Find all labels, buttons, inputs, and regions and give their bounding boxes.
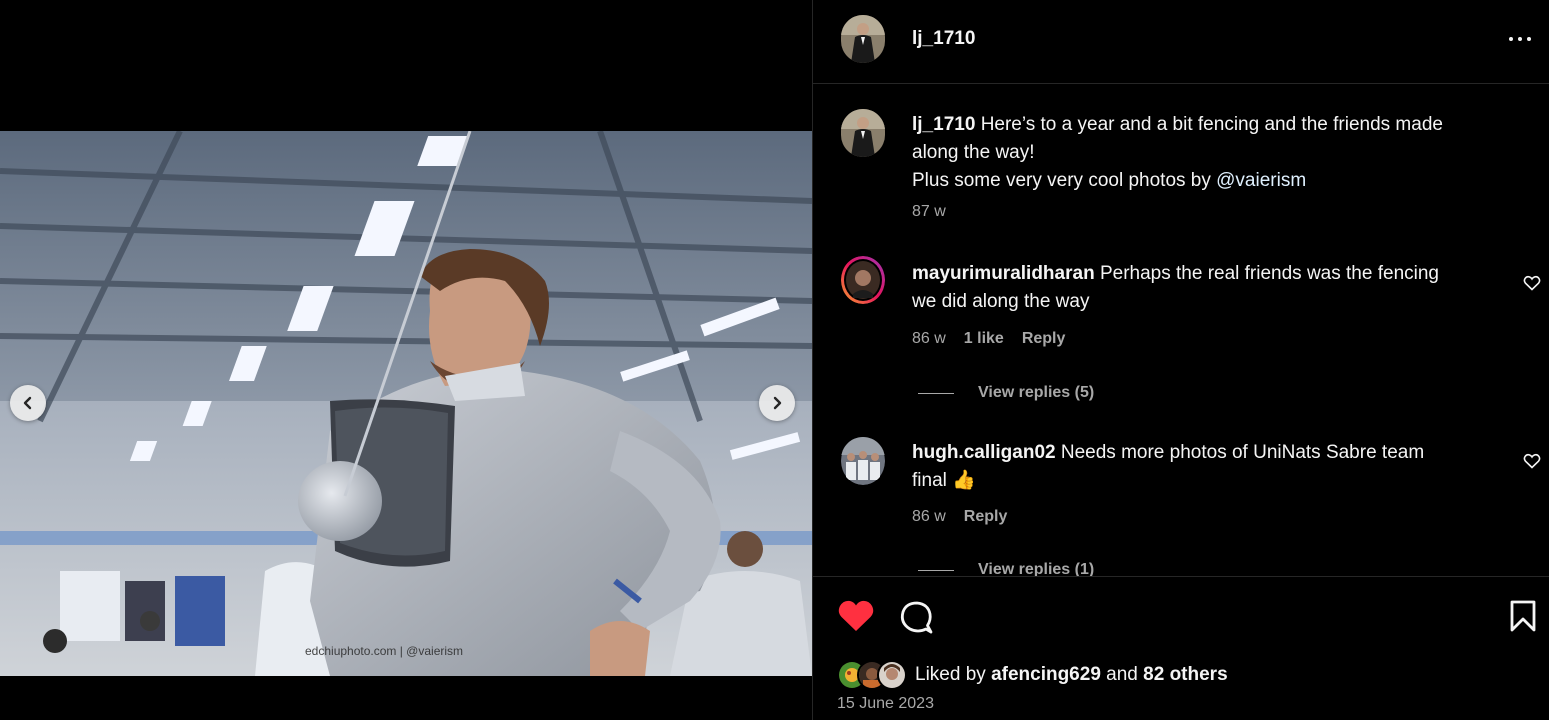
comment-age: 86 w [912,330,946,347]
chevron-left-icon [23,396,32,410]
heart-outline-icon[interactable] [1523,275,1541,291]
liked-by-user-link[interactable]: afencing629 [991,664,1101,685]
comment-line1: Perhaps the real friends was the fencing [1099,263,1439,284]
caption-avatar[interactable] [841,109,885,157]
commenter-avatar[interactable] [841,256,885,304]
view-replies-label: View replies (1) [978,561,1095,576]
author-username[interactable]: lj_1710 [912,28,975,50]
commenter-avatar[interactable] [841,437,885,485]
replies-divider-line [918,392,954,394]
caption-line3: Plus some very very cool photos by [912,170,1211,191]
caption-line1: Here’s to a year and a bit fencing and t… [980,114,1443,135]
comment-line2: final 👍 [912,470,976,491]
next-photo-button[interactable] [759,385,795,421]
post-actions: Liked by afencing629 and 82 others 15 Ju… [813,576,1549,720]
photo-watermark: edchiuphoto.com | @vaierism [305,644,464,658]
previous-photo-button[interactable] [10,385,46,421]
heart-outline-icon[interactable] [1523,453,1541,469]
more-options-icon[interactable] [1507,28,1533,50]
comment-likes-link[interactable]: 1 like [964,330,1004,348]
post-date: 15 June 2023 [837,695,934,712]
view-replies-button[interactable]: View replies (5) [918,384,1094,402]
liker-avatar[interactable] [877,660,907,690]
liked-by-others-link[interactable]: 82 others [1143,664,1227,685]
heart-filled-icon[interactable] [837,599,875,633]
author-avatar[interactable] [841,15,885,63]
comment-text: hugh.calligan02 Needs more photos of Uni… [912,439,1492,495]
liked-by-prefix: Liked by [915,664,986,685]
view-replies-label: View replies (5) [978,384,1095,401]
caption-username[interactable]: lj_1710 [912,114,975,135]
comment-age: 86 w [912,508,946,525]
caption-age: 87 w [912,203,946,220]
comments-list[interactable]: lj_1710 Here’s to a year and a bit fenci… [813,85,1549,576]
post-media: edchiuphoto.com | @vaierism [0,0,812,720]
comment-icon[interactable] [898,599,934,635]
chevron-right-icon [773,396,782,410]
replies-divider-line [918,569,954,571]
bookmark-icon[interactable] [1509,599,1537,633]
view-replies-button[interactable]: View replies (1) [918,561,1094,576]
comment-line2: we did along the way [912,291,1090,312]
comment-meta: 86 w Reply [912,508,1007,526]
post-side-panel: lj_1710 lj_1710 Here’s to a year and a b… [812,0,1549,720]
reply-button[interactable]: Reply [1022,330,1066,348]
comment-line1: Needs more photos of UniNats Sabre team [1060,442,1425,463]
caption-mention-link[interactable]: @vaierism [1216,170,1306,191]
caption-meta: 87 w [912,203,946,221]
comment-meta: 86 w 1 like Reply [912,330,1065,348]
comment-text: mayurimuralidharan Perhaps the real frie… [912,260,1492,316]
liked-by-row: Liked by afencing629 and 82 others [837,660,1228,690]
caption-line2: along the way! [912,142,1035,163]
liked-by-and: and [1106,664,1138,685]
post-photo [0,131,812,676]
liked-by-text: Liked by afencing629 and 82 others [915,664,1228,686]
caption-text: lj_1710 Here’s to a year and a bit fenci… [912,111,1492,195]
reply-button[interactable]: Reply [964,508,1008,526]
comment-username[interactable]: hugh.calligan02 [912,442,1056,463]
comment-username[interactable]: mayurimuralidharan [912,263,1095,284]
post-header: lj_1710 [813,0,1549,84]
